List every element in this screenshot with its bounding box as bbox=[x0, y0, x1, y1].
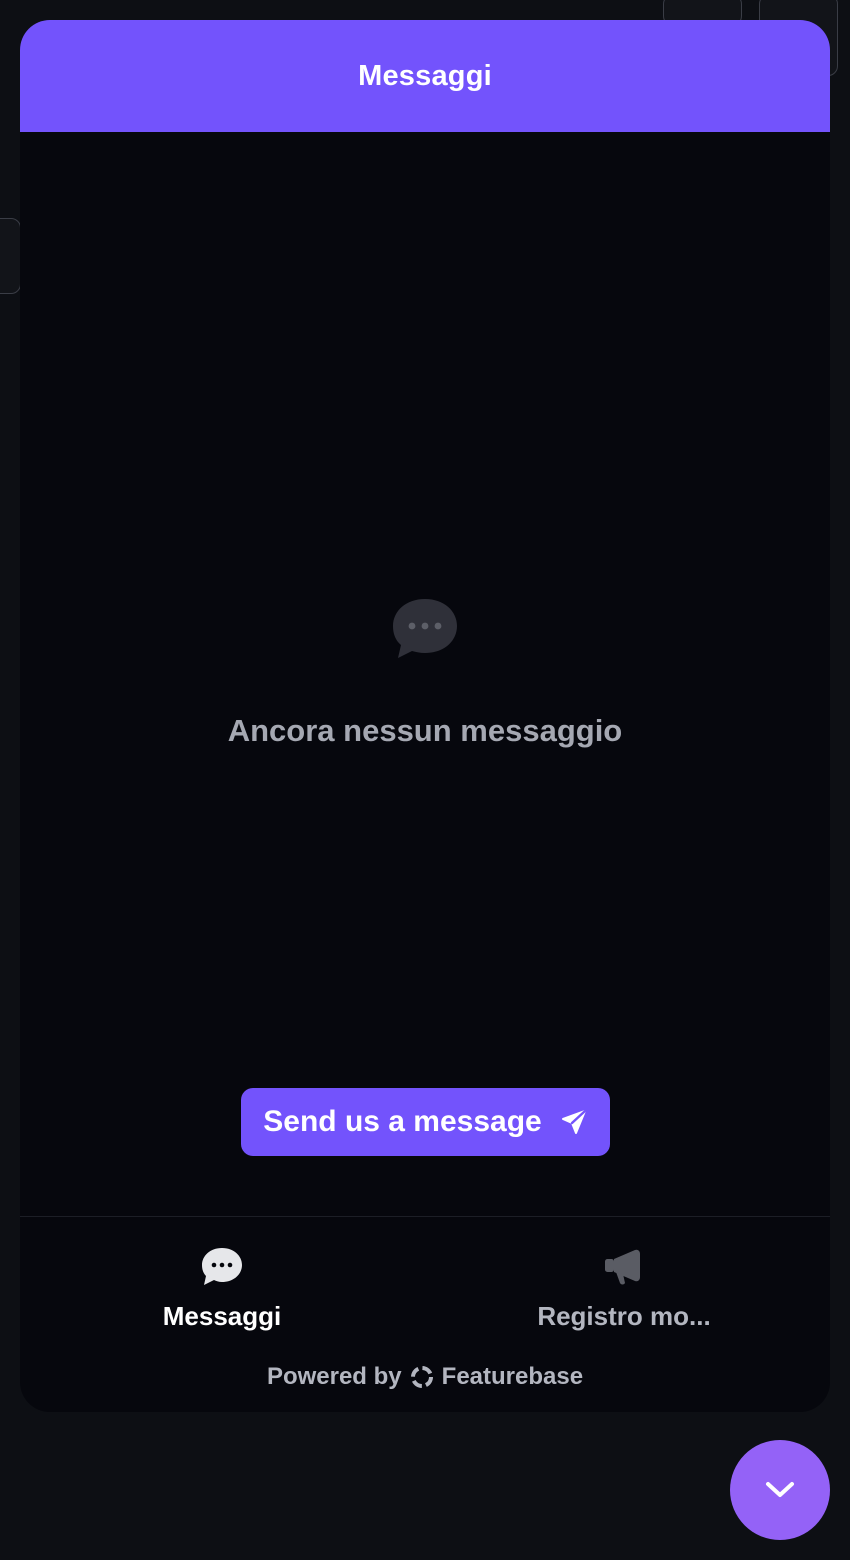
widget-header: Messaggi bbox=[20, 20, 830, 132]
empty-state: Ancora nessun messaggio bbox=[20, 595, 830, 749]
tab-messaggi[interactable]: Messaggi bbox=[92, 1245, 352, 1332]
tab-label: Registro mo... bbox=[537, 1301, 711, 1331]
powered-by-text: Powered by bbox=[266, 1363, 402, 1390]
brand-name: Featurebase bbox=[441, 1363, 584, 1390]
powered-by[interactable]: Powered by Featurebase bbox=[20, 1363, 830, 1391]
footer-divider bbox=[20, 1216, 830, 1217]
empty-state-text: Ancora nessun messaggio bbox=[227, 713, 623, 748]
widget-launcher-button[interactable] bbox=[730, 1440, 830, 1540]
messages-widget: Messaggi Ancora nessun messaggio Send us… bbox=[20, 20, 830, 1412]
tab-registro-modifiche[interactable]: Registro mo... bbox=[494, 1245, 754, 1332]
megaphone-icon bbox=[605, 1249, 640, 1285]
paper-plane-icon bbox=[561, 1109, 586, 1134]
featurebase-logo-icon bbox=[410, 1366, 433, 1388]
chat-bubble-icon bbox=[393, 599, 457, 658]
chevron-down-icon bbox=[766, 1482, 794, 1497]
host-page-element[interactable] bbox=[0, 218, 21, 294]
send-message-button[interactable]: Send us a message bbox=[241, 1088, 610, 1156]
header-title: Messaggi bbox=[358, 59, 492, 92]
send-message-label: Send us a message bbox=[263, 1105, 542, 1138]
chat-bubble-icon bbox=[202, 1248, 242, 1285]
tab-label: Messaggi bbox=[162, 1301, 282, 1331]
